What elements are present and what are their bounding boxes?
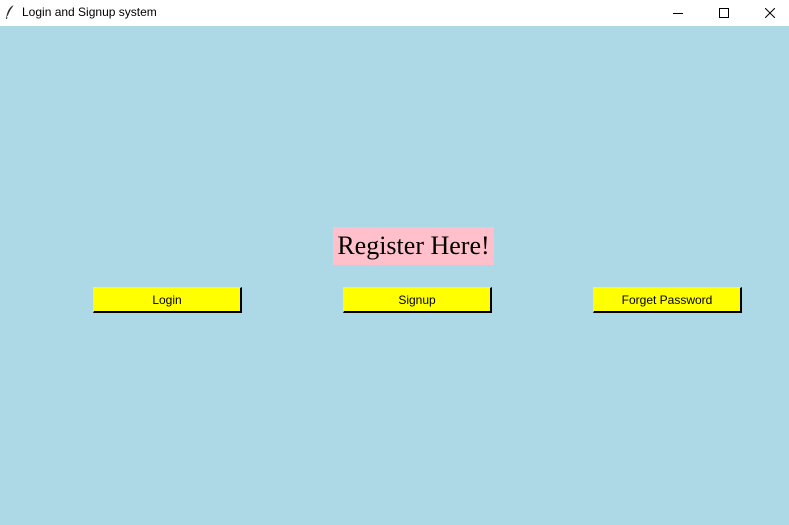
close-button[interactable]: [747, 0, 789, 26]
register-heading: Register Here!: [333, 227, 494, 265]
minimize-icon: [673, 8, 683, 18]
maximize-icon: [719, 8, 729, 18]
minimize-button[interactable]: [655, 0, 701, 26]
forget-password-button[interactable]: Forget Password: [593, 287, 742, 313]
feather-icon: [4, 4, 16, 20]
window-title: Login and Signup system: [22, 5, 157, 19]
title-bar: Login and Signup system: [0, 0, 789, 26]
close-icon: [765, 8, 775, 18]
signup-button[interactable]: Signup: [343, 287, 492, 313]
main-window-area: Register Here! Login Signup Forget Passw…: [0, 26, 789, 525]
maximize-button[interactable]: [701, 0, 747, 26]
login-button[interactable]: Login: [93, 287, 242, 313]
